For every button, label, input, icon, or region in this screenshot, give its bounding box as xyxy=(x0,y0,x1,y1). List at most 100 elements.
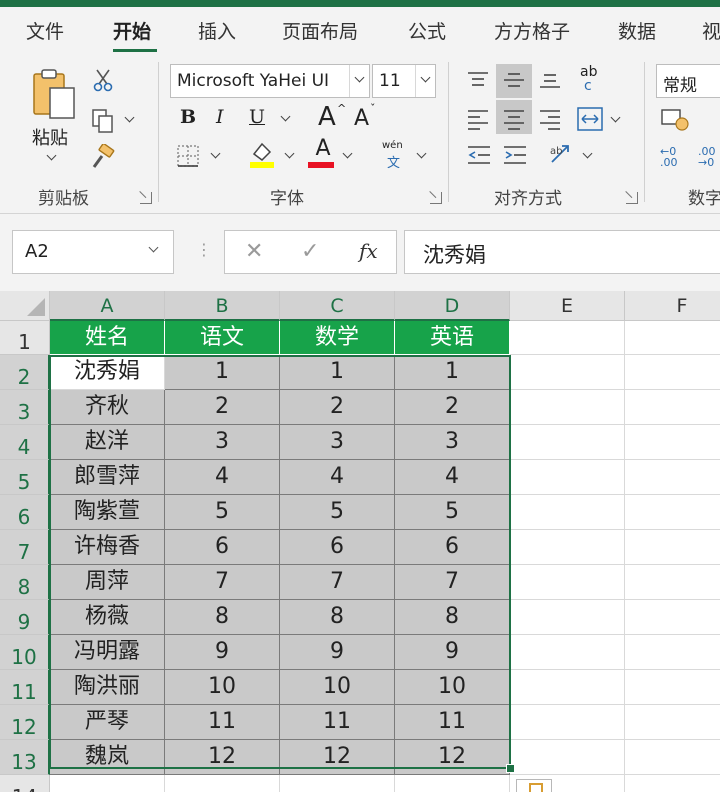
cell[interactable] xyxy=(510,460,625,495)
format-painter-icon[interactable] xyxy=(90,144,116,170)
copy-icon[interactable] xyxy=(90,108,116,134)
column-header-d[interactable]: D xyxy=(395,291,510,321)
row-header-14[interactable]: 14 xyxy=(0,775,50,792)
cell[interactable] xyxy=(625,355,720,390)
cancel-icon[interactable]: ✕ xyxy=(245,239,263,264)
cell[interactable] xyxy=(510,565,625,600)
worksheet[interactable]: ABCDEF1234567891011121314姓名语文数学英语沈秀娟111齐… xyxy=(0,291,720,792)
italic-button[interactable]: I xyxy=(216,106,224,128)
row-header-2[interactable]: 2 xyxy=(0,355,50,390)
align-center-icon[interactable] xyxy=(502,108,526,130)
underline-button[interactable]: U xyxy=(249,106,265,128)
accounting-format-icon[interactable] xyxy=(660,106,692,132)
fill-color-dropdown-icon[interactable] xyxy=(284,148,295,159)
select-all-corner[interactable] xyxy=(0,291,50,321)
font-color-dropdown-icon[interactable] xyxy=(342,148,353,159)
merge-dropdown-icon[interactable] xyxy=(610,112,621,123)
tab-insert[interactable]: 插入 xyxy=(198,17,236,44)
formula-bar-splitter[interactable]: ⋮ xyxy=(196,240,212,259)
cell[interactable] xyxy=(625,670,720,705)
underline-dropdown-icon[interactable] xyxy=(280,111,291,122)
tab-formulas[interactable]: 公式 xyxy=(408,17,446,44)
cell[interactable] xyxy=(165,775,280,792)
row-header-7[interactable]: 7 xyxy=(0,530,50,565)
row-header-4[interactable]: 4 xyxy=(0,425,50,460)
cell[interactable] xyxy=(510,740,625,775)
row-header-11[interactable]: 11 xyxy=(0,670,50,705)
cell[interactable] xyxy=(510,705,625,740)
phonetic-guide-button[interactable]: 文 xyxy=(387,152,400,171)
shrink-font-button[interactable]: A xyxy=(354,106,369,131)
quick-analysis-icon[interactable] xyxy=(516,779,552,792)
cell[interactable] xyxy=(625,775,720,792)
enter-icon[interactable]: ✓ xyxy=(301,239,319,264)
cut-icon[interactable] xyxy=(92,68,114,92)
cell[interactable] xyxy=(625,705,720,740)
cell[interactable] xyxy=(625,740,720,775)
tab-page-layout[interactable]: 页面布局 xyxy=(282,17,358,44)
cell[interactable] xyxy=(510,600,625,635)
fill-handle[interactable] xyxy=(506,764,515,773)
cell[interactable] xyxy=(510,635,625,670)
bold-button[interactable]: B xyxy=(180,106,196,128)
cell[interactable] xyxy=(280,775,395,792)
font-name-dropdown[interactable] xyxy=(349,65,369,97)
column-header-c[interactable]: C xyxy=(280,291,395,321)
align-bottom-icon[interactable] xyxy=(538,70,562,90)
clipboard-launcher-icon[interactable] xyxy=(140,192,152,204)
merge-center-icon[interactable] xyxy=(576,106,604,132)
wrap-text-button[interactable]: c xyxy=(584,78,592,94)
orientation-icon[interactable]: ab xyxy=(548,140,576,168)
borders-dropdown-icon[interactable] xyxy=(210,148,221,159)
grow-font-button[interactable]: A xyxy=(318,102,336,132)
decrease-decimal-icon[interactable]: .00 →0 xyxy=(698,146,716,168)
row-header-13[interactable]: 13 xyxy=(0,740,50,775)
cell[interactable] xyxy=(625,600,720,635)
cell[interactable] xyxy=(625,530,720,565)
borders-icon[interactable] xyxy=(176,144,202,168)
header-cell[interactable]: 英语 xyxy=(395,321,510,355)
cell[interactable] xyxy=(625,460,720,495)
row-header-9[interactable]: 9 xyxy=(0,600,50,635)
font-size-dropdown[interactable] xyxy=(415,65,435,97)
tab-fangfangezi[interactable]: 方方格子 xyxy=(494,17,570,44)
tab-file[interactable]: 文件 xyxy=(26,17,64,44)
header-cell[interactable]: 数学 xyxy=(280,321,395,355)
alignment-launcher-icon[interactable] xyxy=(626,192,638,204)
row-header-12[interactable]: 12 xyxy=(0,705,50,740)
cell[interactable] xyxy=(510,321,625,355)
cell[interactable] xyxy=(510,670,625,705)
fill-color-icon[interactable] xyxy=(248,140,276,170)
column-header-f[interactable]: F xyxy=(625,291,720,321)
column-header-e[interactable]: E xyxy=(510,291,625,321)
cell[interactable] xyxy=(510,355,625,390)
cell[interactable] xyxy=(625,321,720,355)
cell[interactable] xyxy=(50,775,165,792)
tab-view[interactable]: 视 xyxy=(702,17,720,44)
align-top-icon[interactable] xyxy=(466,70,490,90)
font-launcher-icon[interactable] xyxy=(430,192,442,204)
header-cell[interactable]: 语文 xyxy=(165,321,280,355)
cell[interactable] xyxy=(510,425,625,460)
name-box[interactable]: A2 xyxy=(12,230,174,274)
paste-button[interactable]: 粘贴 xyxy=(26,66,82,166)
column-header-a[interactable]: A xyxy=(50,291,165,321)
cell[interactable] xyxy=(510,390,625,425)
font-size-select[interactable]: 11 xyxy=(372,64,436,98)
cell[interactable] xyxy=(625,635,720,670)
cell[interactable] xyxy=(625,565,720,600)
cell[interactable] xyxy=(625,425,720,460)
formula-input[interactable]: 沈秀娟 xyxy=(404,230,720,274)
font-name-select[interactable]: Microsoft YaHei UI xyxy=(170,64,370,98)
cell[interactable] xyxy=(625,495,720,530)
row-header-10[interactable]: 10 xyxy=(0,635,50,670)
row-header-1[interactable]: 1 xyxy=(0,321,50,355)
tab-home[interactable]: 开始 xyxy=(113,17,151,44)
row-header-8[interactable]: 8 xyxy=(0,565,50,600)
increase-indent-icon[interactable] xyxy=(502,144,528,166)
column-header-b[interactable]: B xyxy=(165,291,280,321)
row-header-6[interactable]: 6 xyxy=(0,495,50,530)
cell[interactable] xyxy=(510,495,625,530)
cell[interactable] xyxy=(625,390,720,425)
font-color-button[interactable]: A xyxy=(310,136,336,161)
